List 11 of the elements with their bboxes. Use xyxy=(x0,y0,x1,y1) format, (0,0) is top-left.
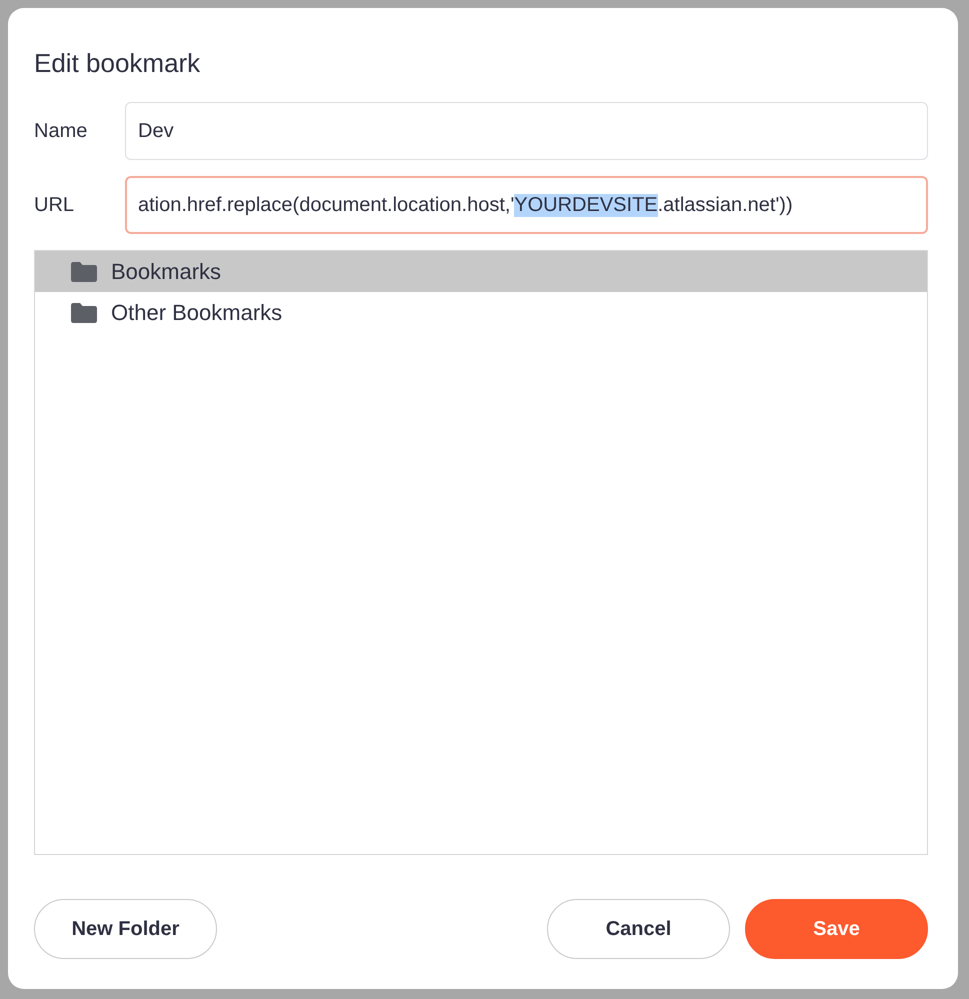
field-label: Name xyxy=(34,120,88,142)
folder-icon xyxy=(71,262,97,282)
dialog-button[interactable]: Cancel xyxy=(547,899,730,959)
folder-item[interactable]: Bookmarks xyxy=(35,251,927,292)
dialog-button[interactable]: New Folder xyxy=(34,899,217,959)
folder-item[interactable]: Other Bookmarks xyxy=(35,292,927,333)
dialog-title: Edit bookmark xyxy=(34,48,202,78)
text-field[interactable]: Dev xyxy=(125,102,928,160)
text-field[interactable]: ation.href.replace(document.location.host,'YOURDEVSITE.atlassian.net')) xyxy=(125,176,928,234)
field-label: URL xyxy=(34,194,76,216)
folder-icon xyxy=(71,302,97,322)
